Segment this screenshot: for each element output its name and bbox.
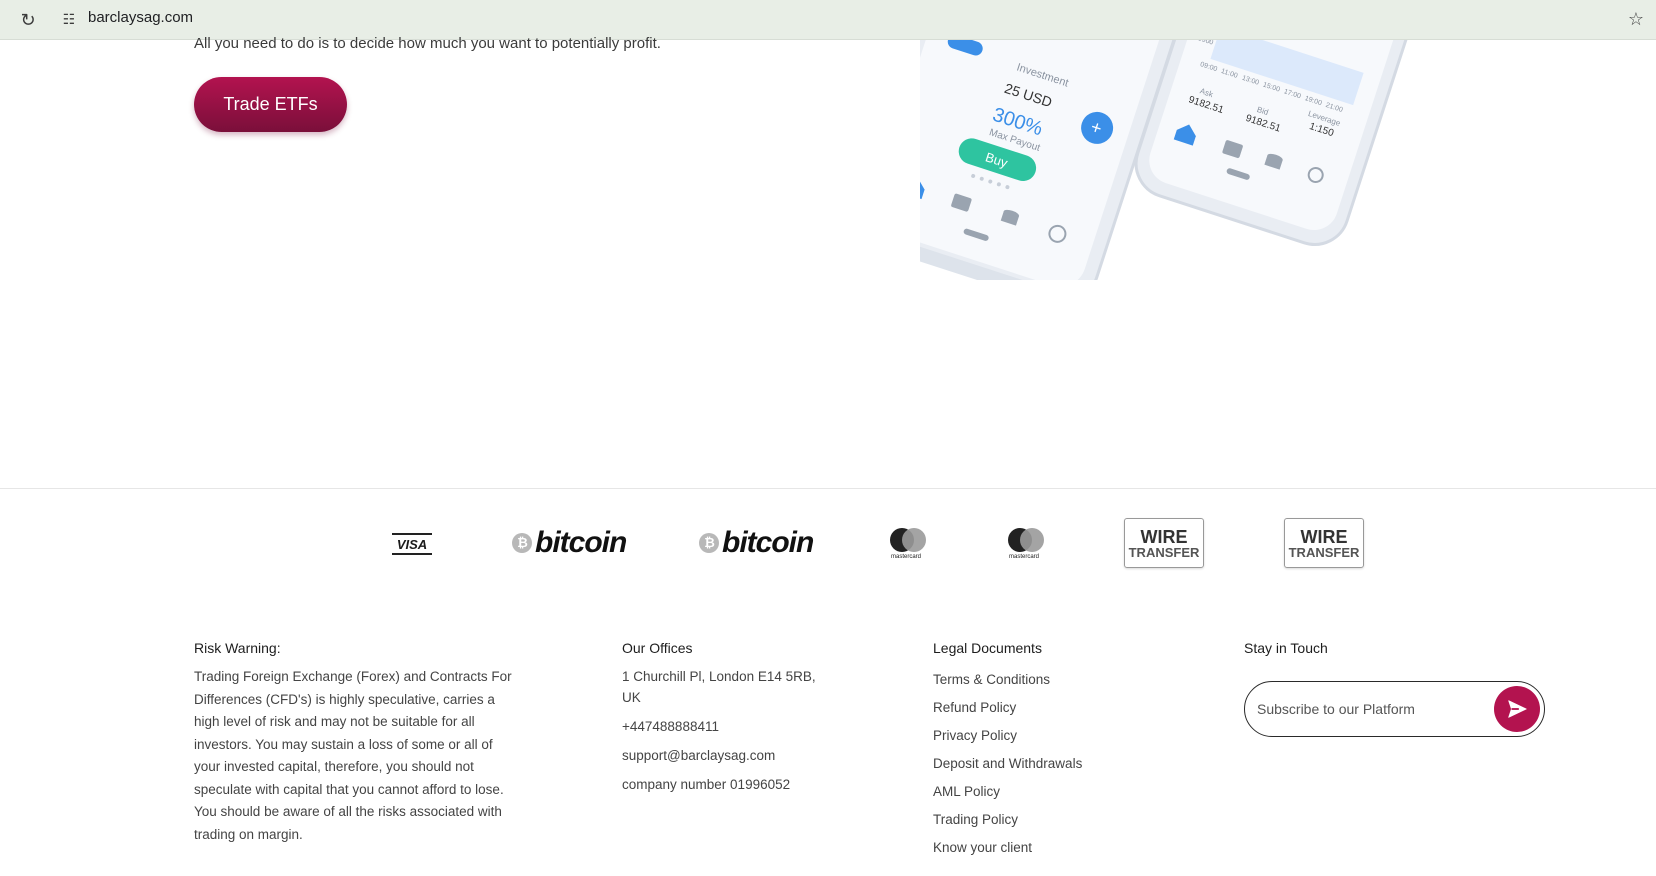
risk-warning-column: Risk Warning: Trading Foreign Exchange (… <box>194 640 514 846</box>
site-info-icon[interactable]: ☷ <box>60 10 78 28</box>
know-your-client-link[interactable]: Know your client <box>933 834 1082 862</box>
risk-warning-title: Risk Warning: <box>194 640 281 656</box>
mastercard-text: mastercard <box>890 554 921 560</box>
refund-policy-link[interactable]: Refund Policy <box>933 694 1082 722</box>
payment-methods-strip: VISA ₿ bitcoin ₿ bitcoin mastercard master… <box>0 515 1656 575</box>
bitcoin-logo: ₿ bitcoin <box>512 526 627 559</box>
trade-etfs-button[interactable]: Trade ETFs <box>194 77 347 132</box>
subscribe-input[interactable] <box>1257 701 1487 717</box>
transfer-text: TRANSFER <box>1288 544 1360 560</box>
browser-address-bar: ↻ ☷ barclaysag.com ☆ <box>0 0 1656 40</box>
offices-column: Our Offices 1 Churchill Pl, London E14 5… <box>622 640 822 803</box>
subscribe-send-button[interactable] <box>1494 686 1540 732</box>
office-address: 1 Churchill Pl, London E14 5RB, UK <box>622 669 816 705</box>
bitcoin-text: bitcoin <box>722 526 814 559</box>
wire-text: WIRE <box>1300 526 1348 547</box>
send-arrow-icon <box>1508 700 1527 718</box>
office-email[interactable]: support@barclaysag.com <box>622 745 822 766</box>
transfer-text: TRANSFER <box>1128 544 1200 560</box>
risk-warning-text: Trading Foreign Exchange (Forex) and Con… <box>194 669 512 842</box>
legal-documents-column: Legal Documents Terms & Conditions Refun… <box>933 640 1082 862</box>
offices-title: Our Offices <box>622 640 693 656</box>
bitcoin-coin-icon: ₿ <box>699 533 719 553</box>
aml-policy-link[interactable]: AML Policy <box>933 778 1082 806</box>
company-number: company number 01996052 <box>622 777 791 792</box>
phone-mockup-illustration: Investment 25 USD + 300% Max Payout Buy … <box>920 40 1480 280</box>
bitcoin-logo: ₿ bitcoin <box>699 526 814 559</box>
phones-svg: Investment 25 USD + 300% Max Payout Buy … <box>920 40 1422 280</box>
wire-transfer-logo: WIRE TRANSFER <box>1124 518 1204 568</box>
mastercard-text: mastercard <box>1008 554 1039 560</box>
url-text[interactable]: barclaysag.com <box>88 9 193 26</box>
trading-policy-link[interactable]: Trading Policy <box>933 806 1082 834</box>
url-field[interactable]: ☷ barclaysag.com ☆ <box>52 2 1648 34</box>
subscribe-form <box>1244 681 1545 737</box>
visa-logo: VISA <box>392 533 432 555</box>
stay-in-touch-column: Stay in Touch <box>1244 640 1328 666</box>
wire-text: WIRE <box>1140 526 1188 547</box>
office-phone[interactable]: +447488888411 <box>622 716 822 737</box>
bookmark-star-icon[interactable]: ☆ <box>1624 7 1648 31</box>
mastercard-logo: mastercard <box>884 527 928 561</box>
mastercard-logo: mastercard <box>1002 527 1046 561</box>
bitcoin-coin-icon: ₿ <box>512 533 532 553</box>
legal-documents-title: Legal Documents <box>933 640 1042 656</box>
privacy-policy-link[interactable]: Privacy Policy <box>933 722 1082 750</box>
hero-intro-text: All you need to do is to decide how much… <box>194 35 661 52</box>
stay-in-touch-title: Stay in Touch <box>1244 640 1328 656</box>
terms-link[interactable]: Terms & Conditions <box>933 666 1082 694</box>
wire-transfer-logo: WIRE TRANSFER <box>1284 518 1364 568</box>
reload-icon[interactable]: ↻ <box>16 8 40 32</box>
section-divider <box>0 488 1656 489</box>
bitcoin-text: bitcoin <box>535 526 627 559</box>
deposit-withdrawals-link[interactable]: Deposit and Withdrawals <box>933 750 1082 778</box>
